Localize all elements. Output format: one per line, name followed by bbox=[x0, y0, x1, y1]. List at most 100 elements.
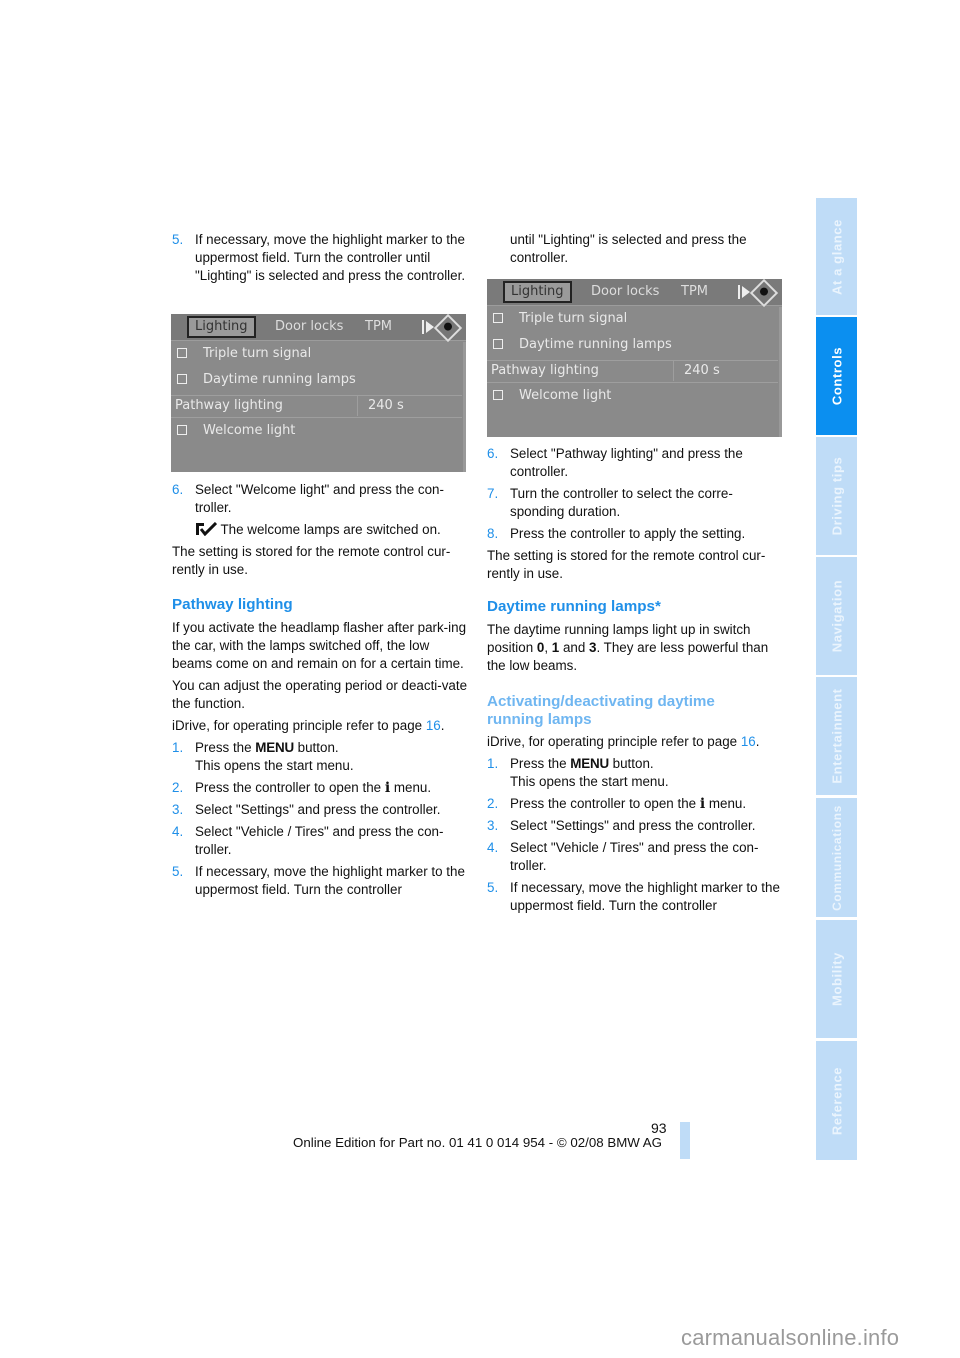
checkbox-icon bbox=[177, 373, 187, 384]
step-6: 6. Select "Welcome light" and press the … bbox=[172, 481, 468, 517]
page-link[interactable]: 16 bbox=[426, 718, 441, 733]
row-label: Pathway lighting bbox=[491, 363, 599, 378]
screen-tab-door-locks: Door locks bbox=[275, 319, 344, 334]
step-text: Select "Vehicle / Tires" and press the c… bbox=[195, 824, 444, 857]
step-text: button. bbox=[608, 756, 654, 771]
step-5: 5. If necessary, move the highlight mark… bbox=[172, 863, 468, 899]
step-number: 4. bbox=[172, 824, 184, 839]
paragraph: The daytime running lamps light up in sw… bbox=[487, 621, 783, 675]
step-5: 5. If necessary, move the highlight mark… bbox=[172, 231, 468, 285]
check-note: The welcome lamps are switched on. bbox=[172, 521, 468, 539]
paragraph: You can adjust the operating period or d… bbox=[172, 678, 468, 711]
step-number: 5. bbox=[172, 232, 184, 247]
arrow-right-icon bbox=[426, 321, 434, 333]
step-text: Select "Welcome light" and press the con… bbox=[195, 482, 444, 515]
screen-row-pathway: Pathway lighting 240 s bbox=[491, 361, 778, 381]
checkbox-icon bbox=[177, 347, 187, 358]
screen-scrollbar bbox=[463, 342, 466, 472]
side-tab-reference[interactable]: Reference bbox=[816, 1041, 857, 1160]
step-number: 2. bbox=[172, 780, 184, 795]
step-text: button. bbox=[293, 740, 339, 755]
checkbox-icon bbox=[493, 389, 503, 400]
page-number: 93 bbox=[651, 1120, 667, 1136]
step-2: 2. Press the controller to open the i me… bbox=[172, 779, 468, 797]
watermark: carmanualsonline.info bbox=[681, 1325, 900, 1350]
step-1: 1. Press the MENU button. This opens the… bbox=[172, 739, 468, 775]
screen-row-welcome: Welcome light bbox=[177, 421, 295, 441]
checkbox-icon bbox=[177, 424, 187, 435]
menu-button-glyph: MENU bbox=[570, 756, 609, 771]
arrow-right-icon bbox=[742, 286, 750, 298]
idrive-reference: iDrive, for operating principle refer to… bbox=[172, 717, 468, 735]
footer-edition: Online Edition for Part no. 01 41 0 014 … bbox=[293, 1135, 663, 1150]
step-7: 7. Turn the controller to select the cor… bbox=[487, 485, 783, 521]
step-text: Select "Vehicle / Tires" and press the c… bbox=[510, 840, 759, 873]
side-tab-mobility[interactable]: Mobility bbox=[816, 920, 857, 1038]
right-column: until "Lighting" is selected and press t… bbox=[487, 231, 783, 271]
side-tab-navigation[interactable]: Navigation bbox=[816, 557, 857, 675]
check-icon bbox=[196, 521, 218, 537]
step-5: 5. If necessary, move the highlight mark… bbox=[487, 879, 783, 915]
screen-row-daytime: Daytime running lamps bbox=[493, 335, 672, 355]
side-tab-communications[interactable]: Communications bbox=[816, 798, 857, 917]
screen-scrollbar bbox=[779, 307, 782, 437]
nav-bar-icon bbox=[738, 285, 740, 299]
step-number: 8. bbox=[487, 526, 499, 541]
step-5-continued: until "Lighting" is selected and press t… bbox=[510, 232, 747, 265]
step-text: Press the bbox=[510, 756, 571, 771]
side-tab-label: Reference bbox=[829, 1066, 844, 1135]
check-note-text: The welcome lamps are switched on. bbox=[220, 522, 441, 537]
step-number: 7. bbox=[487, 486, 499, 501]
page-link[interactable]: 16 bbox=[741, 734, 756, 749]
text: and bbox=[559, 640, 590, 655]
idrive-reference: iDrive, for operating principle refer to… bbox=[487, 733, 783, 751]
side-tab-label: Communications bbox=[829, 804, 844, 911]
side-tab-entertainment[interactable]: Entertainment bbox=[816, 677, 857, 795]
row-label: Welcome light bbox=[203, 423, 296, 438]
heading-pathway-lighting: Pathway lighting bbox=[172, 596, 293, 613]
screen-row-welcome: Welcome light bbox=[493, 386, 611, 406]
stored-note: The setting is stored for the remote con… bbox=[487, 548, 766, 581]
side-tab-at-a-glance[interactable]: At a glance bbox=[816, 198, 857, 315]
step-number: 6. bbox=[172, 482, 184, 497]
step-text: Press the bbox=[195, 740, 256, 755]
step-1: 1. Press the MENU button. This opens the… bbox=[487, 755, 783, 791]
row-value: 240 s bbox=[357, 396, 404, 416]
step-number: 5. bbox=[487, 880, 499, 895]
page-tab-marker bbox=[680, 1122, 690, 1159]
side-tab-label: Driving tips bbox=[829, 456, 844, 536]
row-label: Triple turn signal bbox=[519, 311, 628, 326]
row-label: Welcome light bbox=[519, 388, 612, 403]
row-label: Pathway lighting bbox=[175, 398, 283, 413]
screen-tab-lighting: Lighting bbox=[187, 316, 256, 338]
step-text: If necessary, move the highlight marker … bbox=[195, 232, 466, 283]
left-column-cont: 6. Select "Welcome light" and press the … bbox=[172, 481, 468, 903]
row-label: Triple turn signal bbox=[203, 346, 312, 361]
step-text: If necessary, move the highlight marker … bbox=[195, 864, 465, 897]
step-8: 8. Press the controller to apply the set… bbox=[487, 525, 783, 543]
screen-row-triple-turn: Triple turn signal bbox=[493, 309, 627, 329]
side-tab-driving-tips[interactable]: Driving tips bbox=[816, 437, 857, 555]
step-text: This opens the start menu. bbox=[510, 774, 669, 789]
screen-tab-bar: Lighting Door locks TPM bbox=[487, 278, 782, 308]
step-text: menu. bbox=[390, 780, 432, 795]
step-number: 3. bbox=[487, 818, 499, 833]
right-column-cont: 6. Select "Pathway lighting" and press t… bbox=[487, 445, 783, 919]
step-number: 2. bbox=[487, 796, 499, 811]
side-tab-label: Navigation bbox=[829, 579, 844, 653]
screen-row-daytime: Daytime running lamps bbox=[177, 370, 356, 390]
step-number: 5. bbox=[172, 864, 184, 879]
step-number: 1. bbox=[487, 756, 499, 771]
heading-daytime-running-lamps: Daytime running lamps* bbox=[487, 598, 661, 615]
side-tab-controls[interactable]: Controls bbox=[816, 317, 857, 435]
step-number: 1. bbox=[172, 740, 184, 755]
screen-tab-tpm: TPM bbox=[365, 319, 392, 334]
side-tab-label: Mobility bbox=[829, 952, 844, 1006]
step-2: 2. Press the controller to open the i me… bbox=[487, 795, 783, 813]
step-text: Press the controller to apply the settin… bbox=[510, 526, 746, 541]
left-column: 5. If necessary, move the highlight mark… bbox=[172, 231, 468, 289]
step-text: Select "Settings" and press the controll… bbox=[510, 818, 756, 833]
step-4: 4. Select "Vehicle / Tires" and press th… bbox=[487, 839, 783, 875]
side-tab-label: Entertainment bbox=[829, 688, 844, 784]
step-4: 4. Select "Vehicle / Tires" and press th… bbox=[172, 823, 468, 859]
